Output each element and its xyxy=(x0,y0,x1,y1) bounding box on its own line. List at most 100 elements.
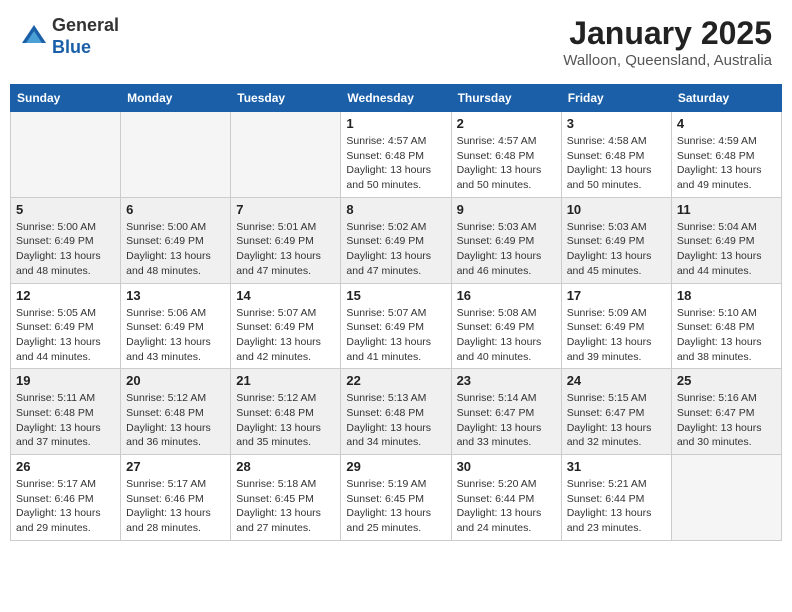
calendar-cell: 9Sunrise: 5:03 AM Sunset: 6:49 PM Daylig… xyxy=(451,197,561,283)
day-info: Sunrise: 5:08 AM Sunset: 6:49 PM Dayligh… xyxy=(457,306,556,365)
calendar-row: 26 Sunrise: 5:17 AM Sunset: 6:46 PM Dayli… xyxy=(11,455,782,541)
weekday-header-cell: Wednesday xyxy=(341,85,451,112)
day-info: Sunrise: 5:04 AM Sunset: 6:49 PM Dayligh… xyxy=(677,220,776,279)
calendar-cell: 5 Sunrise: 5:00 AM Sunset: 6:49 PM Daylig… xyxy=(11,197,121,283)
day-number: 5 xyxy=(16,202,115,217)
calendar-cell: 26 Sunrise: 5:17 AM Sunset: 6:46 PM Dayli… xyxy=(11,455,121,541)
calendar-row: 1Sunrise: 4:57 AM Sunset: 6:48 PM Daylig… xyxy=(11,112,782,198)
calendar-cell: 4 Sunrise: 4:59 AM Sunset: 6:48 PM Daylig… xyxy=(671,112,781,198)
calendar-cell: 22 Sunrise: 5:13 AM Sunset: 6:48 PM Dayli… xyxy=(341,369,451,455)
day-number: 16 xyxy=(457,288,556,303)
page-header: General Blue January 2025 Walloon, Queen… xyxy=(10,10,782,74)
day-number: 26 xyxy=(16,459,115,474)
day-number: 24 xyxy=(567,373,666,388)
calendar-cell: 11 Sunrise: 5:04 AM Sunset: 6:49 PM Dayli… xyxy=(671,197,781,283)
month-title: January 2025 xyxy=(563,15,772,52)
day-info: Sunrise: 5:17 AM Sunset: 6:46 PM Dayligh… xyxy=(126,477,225,536)
day-number: 21 xyxy=(236,373,335,388)
calendar-cell xyxy=(671,455,781,541)
day-number: 23 xyxy=(457,373,556,388)
weekday-header-cell: Monday xyxy=(121,85,231,112)
calendar-cell: 21 Sunrise: 5:12 AM Sunset: 6:48 PM Dayli… xyxy=(231,369,341,455)
calendar-cell: 7Sunrise: 5:01 AM Sunset: 6:49 PM Daylig… xyxy=(231,197,341,283)
calendar-row: 5 Sunrise: 5:00 AM Sunset: 6:49 PM Daylig… xyxy=(11,197,782,283)
day-info: Sunrise: 5:16 AM Sunset: 6:47 PM Dayligh… xyxy=(677,391,776,450)
weekday-header-cell: Thursday xyxy=(451,85,561,112)
day-info: Sunrise: 5:18 AM Sunset: 6:45 PM Dayligh… xyxy=(236,477,335,536)
weekday-header-row: SundayMondayTuesdayWednesdayThursdayFrid… xyxy=(11,85,782,112)
day-number: 3 xyxy=(567,116,666,131)
title-block: January 2025 Walloon, Queensland, Austra… xyxy=(563,15,772,69)
calendar-cell: 27 Sunrise: 5:17 AM Sunset: 6:46 PM Dayli… xyxy=(121,455,231,541)
day-info: Sunrise: 5:17 AM Sunset: 6:46 PM Dayligh… xyxy=(16,477,115,536)
day-number: 30 xyxy=(457,459,556,474)
calendar-cell xyxy=(231,112,341,198)
day-info: Sunrise: 4:59 AM Sunset: 6:48 PM Dayligh… xyxy=(677,134,776,193)
logo-blue: Blue xyxy=(52,37,91,57)
logo: General Blue xyxy=(20,15,119,58)
day-number: 8 xyxy=(346,202,445,217)
day-info: Sunrise: 5:00 AM Sunset: 6:49 PM Dayligh… xyxy=(16,220,115,279)
location-title: Walloon, Queensland, Australia xyxy=(563,52,772,69)
day-info: Sunrise: 4:57 AM Sunset: 6:48 PM Dayligh… xyxy=(346,134,445,193)
day-info: Sunrise: 5:13 AM Sunset: 6:48 PM Dayligh… xyxy=(346,391,445,450)
day-number: 29 xyxy=(346,459,445,474)
calendar-cell: 19Sunrise: 5:11 AM Sunset: 6:48 PM Dayli… xyxy=(11,369,121,455)
day-number: 4 xyxy=(677,116,776,131)
calendar-cell: 20Sunrise: 5:12 AM Sunset: 6:48 PM Dayli… xyxy=(121,369,231,455)
calendar-cell: 2 Sunrise: 4:57 AM Sunset: 6:48 PM Daylig… xyxy=(451,112,561,198)
weekday-header-cell: Sunday xyxy=(11,85,121,112)
day-info: Sunrise: 5:10 AM Sunset: 6:48 PM Dayligh… xyxy=(677,306,776,365)
calendar-cell: 1Sunrise: 4:57 AM Sunset: 6:48 PM Daylig… xyxy=(341,112,451,198)
calendar-cell: 18 Sunrise: 5:10 AM Sunset: 6:48 PM Dayli… xyxy=(671,283,781,369)
calendar-cell: 8 Sunrise: 5:02 AM Sunset: 6:49 PM Daylig… xyxy=(341,197,451,283)
day-info: Sunrise: 5:19 AM Sunset: 6:45 PM Dayligh… xyxy=(346,477,445,536)
day-info: Sunrise: 5:07 AM Sunset: 6:49 PM Dayligh… xyxy=(346,306,445,365)
calendar-row: 19Sunrise: 5:11 AM Sunset: 6:48 PM Dayli… xyxy=(11,369,782,455)
day-number: 20 xyxy=(126,373,225,388)
day-number: 22 xyxy=(346,373,445,388)
day-info: Sunrise: 5:09 AM Sunset: 6:49 PM Dayligh… xyxy=(567,306,666,365)
calendar-row: 12 Sunrise: 5:05 AM Sunset: 6:49 PM Dayli… xyxy=(11,283,782,369)
calendar-cell: 10Sunrise: 5:03 AM Sunset: 6:49 PM Dayli… xyxy=(561,197,671,283)
calendar-cell: 14Sunrise: 5:07 AM Sunset: 6:49 PM Dayli… xyxy=(231,283,341,369)
calendar-cell: 15 Sunrise: 5:07 AM Sunset: 6:49 PM Dayli… xyxy=(341,283,451,369)
day-number: 11 xyxy=(677,202,776,217)
day-info: Sunrise: 5:12 AM Sunset: 6:48 PM Dayligh… xyxy=(236,391,335,450)
calendar-body: 1Sunrise: 4:57 AM Sunset: 6:48 PM Daylig… xyxy=(11,112,782,541)
day-info: Sunrise: 5:21 AM Sunset: 6:44 PM Dayligh… xyxy=(567,477,666,536)
day-number: 27 xyxy=(126,459,225,474)
day-number: 18 xyxy=(677,288,776,303)
day-number: 2 xyxy=(457,116,556,131)
weekday-header-cell: Friday xyxy=(561,85,671,112)
calendar-cell: 30Sunrise: 5:20 AM Sunset: 6:44 PM Dayli… xyxy=(451,455,561,541)
day-info: Sunrise: 5:05 AM Sunset: 6:49 PM Dayligh… xyxy=(16,306,115,365)
calendar-cell: 29 Sunrise: 5:19 AM Sunset: 6:45 PM Dayli… xyxy=(341,455,451,541)
day-number: 6 xyxy=(126,202,225,217)
calendar-cell xyxy=(11,112,121,198)
weekday-header-cell: Saturday xyxy=(671,85,781,112)
day-number: 9 xyxy=(457,202,556,217)
day-number: 28 xyxy=(236,459,335,474)
day-number: 25 xyxy=(677,373,776,388)
day-info: Sunrise: 4:57 AM Sunset: 6:48 PM Dayligh… xyxy=(457,134,556,193)
day-number: 13 xyxy=(126,288,225,303)
day-info: Sunrise: 5:15 AM Sunset: 6:47 PM Dayligh… xyxy=(567,391,666,450)
day-number: 15 xyxy=(346,288,445,303)
calendar-table: SundayMondayTuesdayWednesdayThursdayFrid… xyxy=(10,84,782,541)
calendar-cell: 31 Sunrise: 5:21 AM Sunset: 6:44 PM Dayli… xyxy=(561,455,671,541)
logo-general: General xyxy=(52,15,119,35)
calendar-cell: 25 Sunrise: 5:16 AM Sunset: 6:47 PM Dayli… xyxy=(671,369,781,455)
calendar-cell: 17 Sunrise: 5:09 AM Sunset: 6:49 PM Dayli… xyxy=(561,283,671,369)
calendar-cell xyxy=(121,112,231,198)
calendar-cell: 28 Sunrise: 5:18 AM Sunset: 6:45 PM Dayli… xyxy=(231,455,341,541)
calendar-cell: 6Sunrise: 5:00 AM Sunset: 6:49 PM Daylig… xyxy=(121,197,231,283)
day-info: Sunrise: 4:58 AM Sunset: 6:48 PM Dayligh… xyxy=(567,134,666,193)
day-number: 31 xyxy=(567,459,666,474)
day-number: 17 xyxy=(567,288,666,303)
day-info: Sunrise: 5:06 AM Sunset: 6:49 PM Dayligh… xyxy=(126,306,225,365)
day-number: 12 xyxy=(16,288,115,303)
day-info: Sunrise: 5:02 AM Sunset: 6:49 PM Dayligh… xyxy=(346,220,445,279)
day-info: Sunrise: 5:11 AM Sunset: 6:48 PM Dayligh… xyxy=(16,391,115,450)
logo-text: General Blue xyxy=(52,15,119,58)
